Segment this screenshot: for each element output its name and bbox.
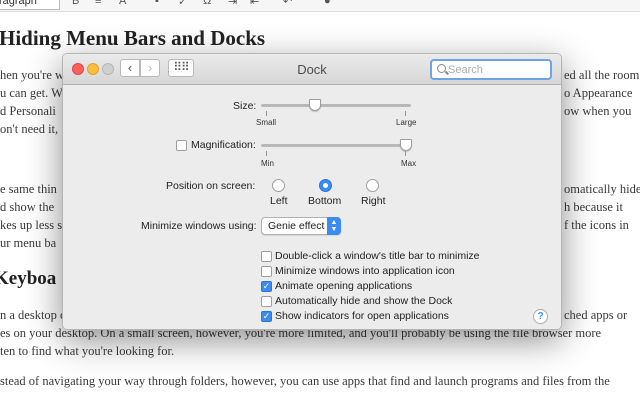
special-char-icon[interactable]: Ω xyxy=(203,0,211,7)
checkmark-icon: ✓ xyxy=(262,311,271,321)
bold-icon[interactable]: B xyxy=(72,0,79,7)
show-indicators-label: Show indicators for open applications xyxy=(275,310,449,322)
article-title: Hiding Menu Bars and Docks xyxy=(0,26,266,50)
clear-format-icon[interactable]: ✓ xyxy=(178,0,187,8)
auto-hide-label: Automatically hide and show the Dock xyxy=(275,295,453,307)
align-icon[interactable]: ≡ xyxy=(95,0,101,7)
text-line: ow when you xyxy=(564,104,632,118)
text-line: omatically hide xyxy=(564,182,640,196)
text-line: ched apps or xyxy=(564,308,628,322)
search-icon xyxy=(437,64,446,73)
position-bottom-label: Bottom xyxy=(308,195,342,207)
magnification-slider-knob[interactable] xyxy=(400,139,412,151)
text-line: u can get. W xyxy=(0,86,63,100)
text-line: ten to find what you're looking for. xyxy=(0,344,175,358)
text-line: hen you're w xyxy=(0,68,65,82)
editor-toolbar: ragraph B ≡ A ▪ ✓ Ω ⇥ ⇤ ↶ ● xyxy=(0,0,640,12)
minimize-into-icon-checkbox[interactable] xyxy=(261,266,272,277)
size-max-label: Large xyxy=(396,118,417,127)
minimize-effect-popup[interactable]: Genie effect ▲ ▼ xyxy=(261,217,341,235)
minimize-label: Minimize windows using: xyxy=(141,220,257,232)
magnification-ticks xyxy=(266,151,406,156)
magnification-label: Magnification: xyxy=(191,139,256,151)
text-line: kes up less s xyxy=(0,218,63,232)
animate-opening-checkbox[interactable]: ✓ xyxy=(261,281,272,292)
format-select[interactable]: ragraph xyxy=(0,0,60,10)
text-line: on't need it, xyxy=(0,122,59,136)
show-indicators-checkbox[interactable]: ✓ xyxy=(261,311,272,322)
checkmark-icon: ✓ xyxy=(262,281,271,291)
undo-icon[interactable]: ↶ xyxy=(283,0,292,8)
size-slider[interactable] xyxy=(261,99,411,111)
position-right-radio[interactable] xyxy=(366,179,379,192)
section-title: Keyboa xyxy=(0,268,57,289)
text-line: stead of navigating your way through fol… xyxy=(0,374,610,388)
text-line: ur menu ba xyxy=(0,236,57,250)
size-ticks xyxy=(266,111,406,116)
text-line: d show the xyxy=(0,200,55,214)
magnification-max-label: Max xyxy=(401,159,417,168)
auto-hide-checkbox[interactable] xyxy=(261,296,272,307)
magnification-min-label: Min xyxy=(261,159,274,168)
text-line: ed all the room xyxy=(564,68,640,82)
text-line: d Personali xyxy=(0,104,56,118)
outdent-icon[interactable]: ⇤ xyxy=(250,0,259,8)
text-line: f the icons in xyxy=(564,218,629,232)
text-line: e same thin xyxy=(0,182,57,196)
search-input[interactable] xyxy=(448,62,548,77)
magnification-slider[interactable] xyxy=(261,139,412,151)
size-min-label: Small xyxy=(256,118,277,127)
title-bar[interactable]: ‹ › ⠿⠿ Dock xyxy=(63,54,561,85)
text-color-icon[interactable]: A xyxy=(119,0,126,7)
animate-opening-label: Animate opening applications xyxy=(275,280,413,292)
double-click-minimize-checkbox[interactable] xyxy=(261,251,272,262)
paste-icon[interactable]: ▪ xyxy=(155,0,159,7)
size-slider-knob[interactable] xyxy=(309,99,321,111)
indent-icon[interactable]: ⇥ xyxy=(228,0,237,8)
size-label: Size: xyxy=(233,100,257,112)
minimize-into-icon-label: Minimize windows into application icon xyxy=(275,265,455,277)
search-field[interactable] xyxy=(430,59,552,80)
text-line: o Appearance xyxy=(564,86,633,100)
text-line: h because it xyxy=(564,200,624,214)
text-line: n a desktop c xyxy=(0,308,66,322)
updown-arrows-icon: ▲ ▼ xyxy=(327,217,341,235)
double-click-minimize-label: Double-click a window's title bar to min… xyxy=(275,250,480,262)
position-left-radio[interactable] xyxy=(272,179,285,192)
help-icon[interactable]: ● xyxy=(324,0,331,7)
position-bottom-radio[interactable] xyxy=(319,179,332,192)
dock-preferences-window: ‹ › ⠿⠿ Dock Size: Small Large Magnificat… xyxy=(62,53,562,330)
magnification-checkbox[interactable] xyxy=(176,140,187,151)
position-label: Position on screen: xyxy=(166,180,256,192)
minimize-effect-value: Genie effect xyxy=(268,220,325,232)
help-button[interactable]: ? xyxy=(533,309,548,324)
position-left-label: Left xyxy=(270,195,288,207)
position-right-label: Right xyxy=(361,195,386,207)
